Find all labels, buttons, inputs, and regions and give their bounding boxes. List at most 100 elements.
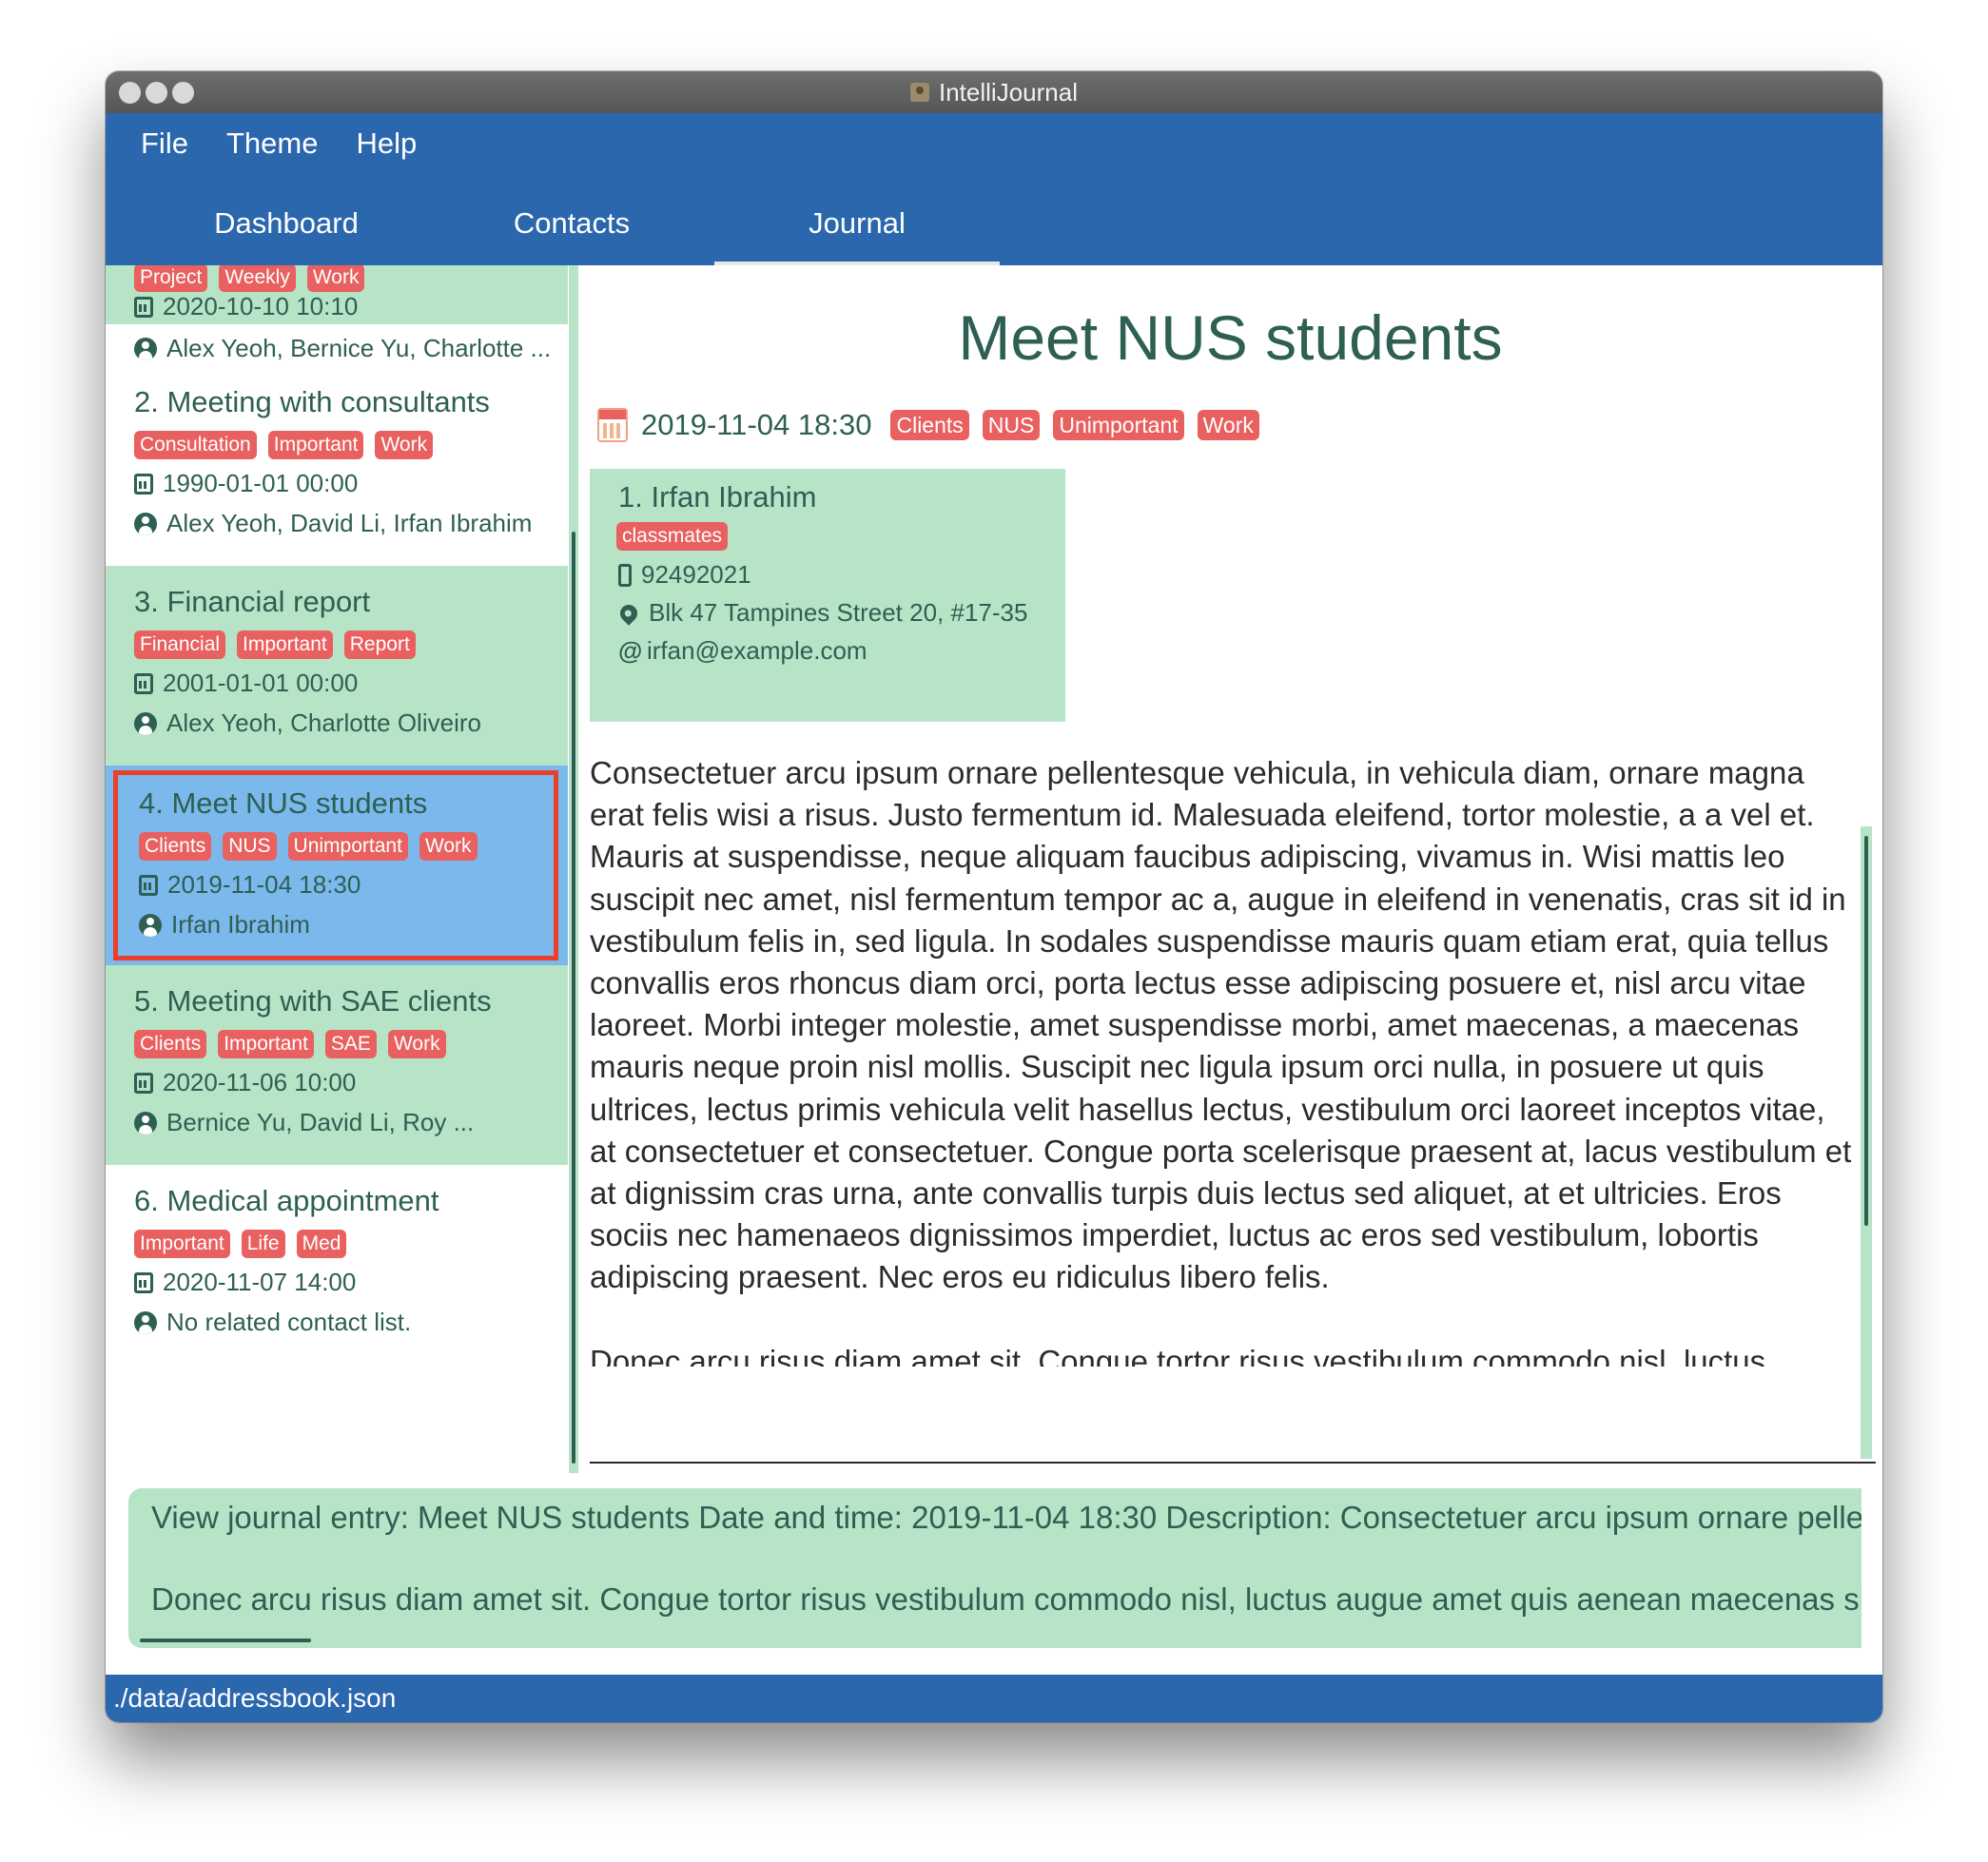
entry-contacts: No related contact list.	[166, 1308, 412, 1336]
title-bar: IntelliJournal	[106, 71, 1882, 113]
person-icon	[134, 512, 157, 535]
calendar-icon	[134, 296, 153, 318]
result-scrollbar-thumb[interactable]	[140, 1639, 311, 1642]
tag: Financial	[134, 630, 226, 659]
divider	[590, 1462, 1876, 1464]
entry-datetime: 2020-11-06 10:00	[163, 1068, 357, 1096]
result-display[interactable]: View journal entry: Meet NUS students Da…	[128, 1488, 1861, 1648]
journal-detail: Meet NUS students 2019-11-04 18:30 Clien…	[578, 265, 1882, 1473]
tag: Important	[237, 630, 333, 659]
contact-name: 1. Irfan Ibrahim	[618, 480, 817, 514]
description-text[interactable]: Consectetuer arcu ipsum ornare pellentes…	[590, 752, 1855, 1367]
tag: Med	[296, 1230, 347, 1258]
tab-contacts[interactable]: Contacts	[429, 195, 714, 265]
calendar-icon	[134, 1271, 153, 1293]
calendar-icon	[139, 874, 158, 896]
person-icon	[139, 913, 162, 937]
tag: Work	[387, 1030, 446, 1058]
tag: Important	[267, 431, 364, 459]
contact-card[interactable]: 1. Irfan Ibrahim classmates 92492021 Blk…	[590, 469, 1065, 722]
tag: Project	[134, 265, 208, 292]
tag: NUS	[982, 410, 1041, 440]
calendar-icon	[134, 672, 153, 694]
person-icon	[134, 337, 157, 360]
person-icon	[134, 711, 157, 735]
tag: Unimportant	[1053, 410, 1184, 440]
person-icon	[134, 1111, 157, 1135]
tag: Work	[419, 832, 478, 861]
result-line: Donec arcu risus diam amet sit. Congue t…	[151, 1581, 1861, 1617]
status-bar: ./data/addressbook.json	[106, 1675, 1882, 1722]
description-paragraph: Donec arcu risus diam amet sit. Congue t…	[590, 1343, 1766, 1367]
tag: Work	[1197, 410, 1259, 440]
contact-address: Blk 47 Tampines Street 20, #17-35	[649, 598, 1028, 627]
list-item[interactable]: 2. Meeting with consultants Consultation…	[106, 366, 568, 566]
entry-datetime: 2020-10-10 10:10	[163, 292, 359, 320]
journal-list[interactable]: Project Weekly Work 2020-10-10 10:10 Ale…	[106, 265, 568, 1473]
close-window-button[interactable]	[119, 82, 141, 104]
location-pin-icon	[616, 600, 641, 626]
description-scrollbar-thumb[interactable]	[1864, 836, 1868, 1226]
tag: Important	[134, 1230, 230, 1258]
tab-journal[interactable]: Journal	[714, 195, 1000, 265]
entry-title: 4. Meet NUS students	[139, 786, 428, 820]
entry-contacts: Alex Yeoh, Charlotte Oliveiro	[166, 708, 481, 737]
calendar-icon	[134, 1072, 153, 1094]
menu-file[interactable]: File	[141, 113, 188, 174]
contact-phone: 92492021	[641, 560, 751, 589]
menu-help[interactable]: Help	[356, 113, 417, 174]
zoom-window-button[interactable]	[172, 82, 194, 104]
entry-datetime: 2019-11-04 18:30	[167, 870, 361, 899]
list-scrollbar-thumb[interactable]	[572, 532, 575, 1464]
detail-meta: 2019-11-04 18:30 Clients NUS Unimportant…	[597, 408, 1259, 442]
tag: Work	[375, 431, 434, 459]
tag: Clients	[890, 410, 969, 440]
email-icon: @	[618, 636, 643, 665]
contact-email: irfan@example.com	[647, 636, 867, 665]
tag: Important	[218, 1030, 314, 1058]
calendar-icon	[597, 408, 628, 442]
list-item-selected[interactable]: 4. Meet NUS students Clients NUS Unimpor…	[113, 770, 558, 960]
person-icon	[134, 1310, 157, 1334]
minimize-window-button[interactable]	[146, 82, 167, 104]
tag: Clients	[139, 832, 212, 861]
entry-contacts: Alex Yeoh, David Li, Irfan Ibrahim	[166, 509, 533, 537]
tag: Weekly	[219, 265, 296, 292]
tag: Report	[343, 630, 416, 659]
list-item[interactable]: Project Weekly Work 2020-10-10 10:10 Ale…	[106, 265, 568, 362]
entry-title: 2. Meeting with consultants	[134, 385, 490, 418]
tab-bar: Dashboard Contacts Journal	[144, 195, 1000, 265]
status-file-path: ./data/addressbook.json	[113, 1683, 397, 1713]
top-bar: File Theme Help Dashboard Contacts Journ…	[106, 113, 1882, 265]
entry-datetime: 2020-11-07 14:00	[163, 1268, 357, 1296]
description-scrollbar[interactable]	[1861, 826, 1872, 1459]
result-line: View journal entry: Meet NUS students Da…	[151, 1500, 1861, 1535]
list-item[interactable]: 6. Medical appointment Important Life Me…	[106, 1165, 568, 1365]
detail-title: Meet NUS students	[958, 302, 1503, 373]
tag: Work	[306, 265, 365, 292]
entry-contacts: Irfan Ibrahim	[171, 910, 310, 939]
list-item[interactable]: 3. Financial report Financial Important …	[106, 566, 568, 766]
list-item[interactable]: 5. Meeting with SAE clients Clients Impo…	[106, 965, 568, 1165]
tag: Consultation	[134, 431, 257, 459]
entry-title: 6. Medical appointment	[134, 1184, 439, 1217]
tag: classmates	[616, 522, 729, 551]
app-icon	[910, 83, 929, 102]
list-scrollbar[interactable]	[569, 265, 578, 1473]
tag: SAE	[324, 1030, 377, 1058]
menu-bar: File Theme Help	[141, 113, 417, 174]
entry-contacts: Bernice Yu, David Li, Roy ...	[166, 1108, 475, 1136]
description-paragraph: Consectetuer arcu ipsum ornare pellentes…	[590, 755, 1852, 1295]
calendar-icon	[134, 473, 153, 495]
entry-datetime: 2001-01-01 00:00	[163, 669, 359, 697]
tab-dashboard[interactable]: Dashboard	[144, 195, 429, 265]
window-title: IntelliJournal	[939, 78, 1078, 107]
tag: Unimportant	[287, 832, 408, 861]
entry-title: 5. Meeting with SAE clients	[134, 984, 492, 1018]
tag: Life	[241, 1230, 285, 1258]
entry-contacts: Alex Yeoh, Bernice Yu, Charlotte ...	[166, 334, 552, 362]
menu-theme[interactable]: Theme	[226, 113, 318, 174]
app-window: IntelliJournal File Theme Help Dashboard…	[106, 71, 1882, 1722]
tag: Clients	[134, 1030, 207, 1058]
entry-datetime: 1990-01-01 00:00	[163, 469, 359, 497]
